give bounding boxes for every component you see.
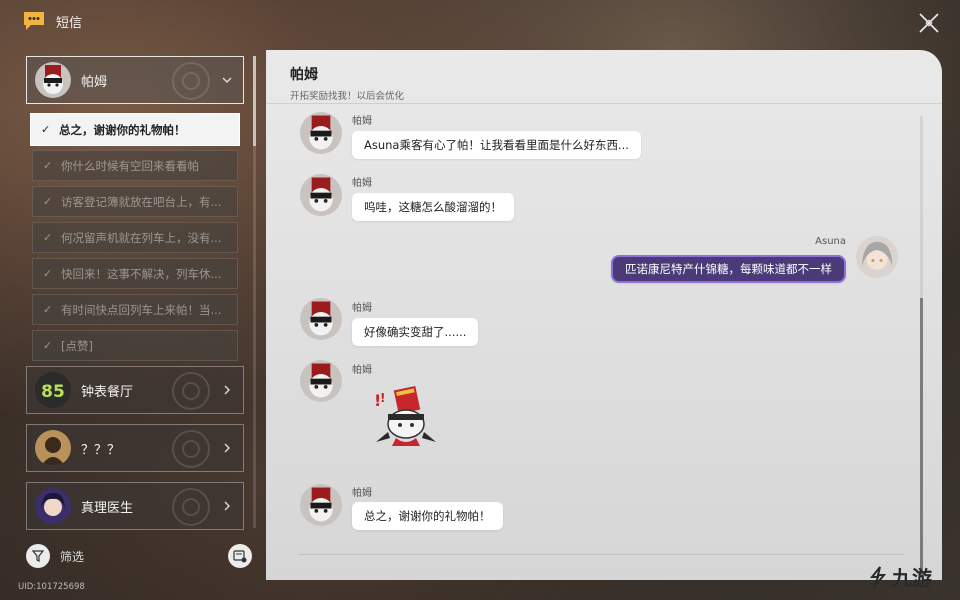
uid-label: UID:101725698 [18, 582, 85, 592]
chat-bubble-icon [24, 12, 44, 30]
divider [298, 554, 904, 555]
check-icon: ✓ [43, 303, 53, 316]
chat-panel: 帕姆 开拓奖励找我！以后会优化 帕姆 Asuna乘客有心了帕！让我看看里面是什么… [266, 50, 942, 580]
settings-button[interactable] [228, 544, 252, 568]
message-bubble: 总之，谢谢你的礼物帕！ [352, 502, 503, 530]
avatar [35, 430, 71, 466]
filter-icon [26, 544, 50, 568]
thread-label: 快回来！这事不解决，列车休... [61, 266, 222, 281]
check-icon: ✓ [43, 231, 53, 244]
emblem-icon [172, 62, 210, 100]
avatar: 85 [35, 372, 71, 408]
check-icon: ✓ [43, 195, 53, 208]
chevron-right-icon [224, 501, 230, 511]
check-icon: ✓ [43, 267, 53, 280]
contact-item-active[interactable]: 帕姆 [26, 56, 244, 104]
message-sender: 帕姆 [352, 365, 372, 376]
message-bubble: Asuna乘客有心了帕！让我看看里面是什么好东西... [352, 131, 641, 159]
watermark: 九游 [866, 562, 932, 591]
message-sender: 帕姆 [352, 178, 372, 189]
message-bubble: 呜哇，这糖怎么酸溜溜的！ [352, 193, 514, 221]
chat-title: 帕姆 [290, 67, 318, 83]
thread-label: 访客登记簿就放在吧台上，有... [61, 194, 222, 209]
avatar [35, 62, 71, 98]
thread-item[interactable]: ✓ 有时间快点回列车上来帕！当... [32, 294, 238, 325]
svg-text:!: ! [380, 391, 385, 405]
contact-name: ？？？ [81, 442, 121, 458]
check-icon: ✓ [43, 339, 53, 352]
message-bubble: 好像确实变甜了...... [352, 318, 479, 346]
sidebar-scrollbar-thumb[interactable] [253, 56, 256, 146]
close-icon[interactable] [916, 10, 942, 36]
svg-text:85: 85 [41, 382, 65, 402]
thread-item[interactable]: ✓ 访客登记簿就放在吧台上，有... [32, 186, 238, 217]
chat-header: 帕姆 开拓奖励找我！以后会优化 [266, 50, 942, 104]
contact-item[interactable]: 真理医生 [26, 482, 244, 530]
chevron-right-icon [224, 385, 230, 395]
app-title: 短信 [56, 15, 83, 31]
thread-item[interactable]: ✓ 何况留声机就在列车上，没有... [32, 222, 238, 253]
watermark-text: 九游 [892, 566, 932, 590]
avatar [300, 360, 342, 402]
message-sender: Asuna [815, 236, 846, 247]
avatar [300, 112, 342, 154]
watermark-logo-icon [869, 565, 887, 588]
settings-icon [233, 550, 247, 563]
contact-name: 帕姆 [81, 74, 108, 90]
chat-scrollbar-thumb[interactable] [920, 298, 923, 576]
chat-subtitle: 开拓奖励找我！以后会优化 [290, 91, 405, 102]
thread-item[interactable]: ✓ 总之，谢谢你的礼物帕！ [30, 113, 240, 146]
thread-label: 你什么时候有空回来看看帕 [61, 158, 199, 173]
check-icon: ✓ [43, 159, 53, 172]
emblem-icon [172, 488, 210, 526]
avatar [300, 174, 342, 216]
message-bubble-mine: 匹诺康尼特产什锦糖，每颗味道都不一样 [611, 255, 846, 283]
contact-name: 钟表餐厅 [81, 384, 134, 400]
thread-item[interactable]: ✓ [点赞] [32, 330, 238, 361]
avatar [300, 298, 342, 340]
thread-label: 总之，谢谢你的礼物帕！ [59, 122, 186, 137]
thread-label: [点赞] [61, 338, 93, 353]
message-sender: 帕姆 [352, 303, 372, 314]
filter-button[interactable]: 筛选 [26, 544, 84, 568]
thread-label: 有时间快点回列车上来帕！当... [61, 302, 222, 317]
thread-label: 何况留声机就在列车上，没有... [61, 230, 222, 245]
message-sender: 帕姆 [352, 116, 372, 127]
thread-item[interactable]: ✓ 快回来！这事不解决，列车休... [32, 258, 238, 289]
sidebar: 帕姆 ✓ 总之，谢谢你的礼物帕！ ✓ 你什么时候有空回来看看帕 ✓ 访客登记簿就… [0, 50, 262, 540]
contact-item[interactable]: ？？？ [26, 424, 244, 472]
thread-item[interactable]: ✓ 你什么时候有空回来看看帕 [32, 150, 238, 181]
contact-item[interactable]: 85 钟表餐厅 [26, 366, 244, 414]
app-header: 短信 [22, 10, 82, 32]
avatar [35, 488, 71, 524]
contact-name: 真理医生 [81, 500, 134, 516]
avatar [856, 236, 898, 278]
message-sender: 帕姆 [352, 488, 372, 499]
chevron-down-icon [222, 77, 232, 83]
chevron-right-icon [224, 443, 230, 453]
emblem-icon [172, 372, 210, 410]
avatar [300, 484, 342, 526]
filter-label: 筛选 [60, 549, 85, 564]
emblem-icon [172, 430, 210, 468]
sticker-image: ! ! [374, 385, 436, 446]
check-icon: ✓ [41, 123, 51, 136]
